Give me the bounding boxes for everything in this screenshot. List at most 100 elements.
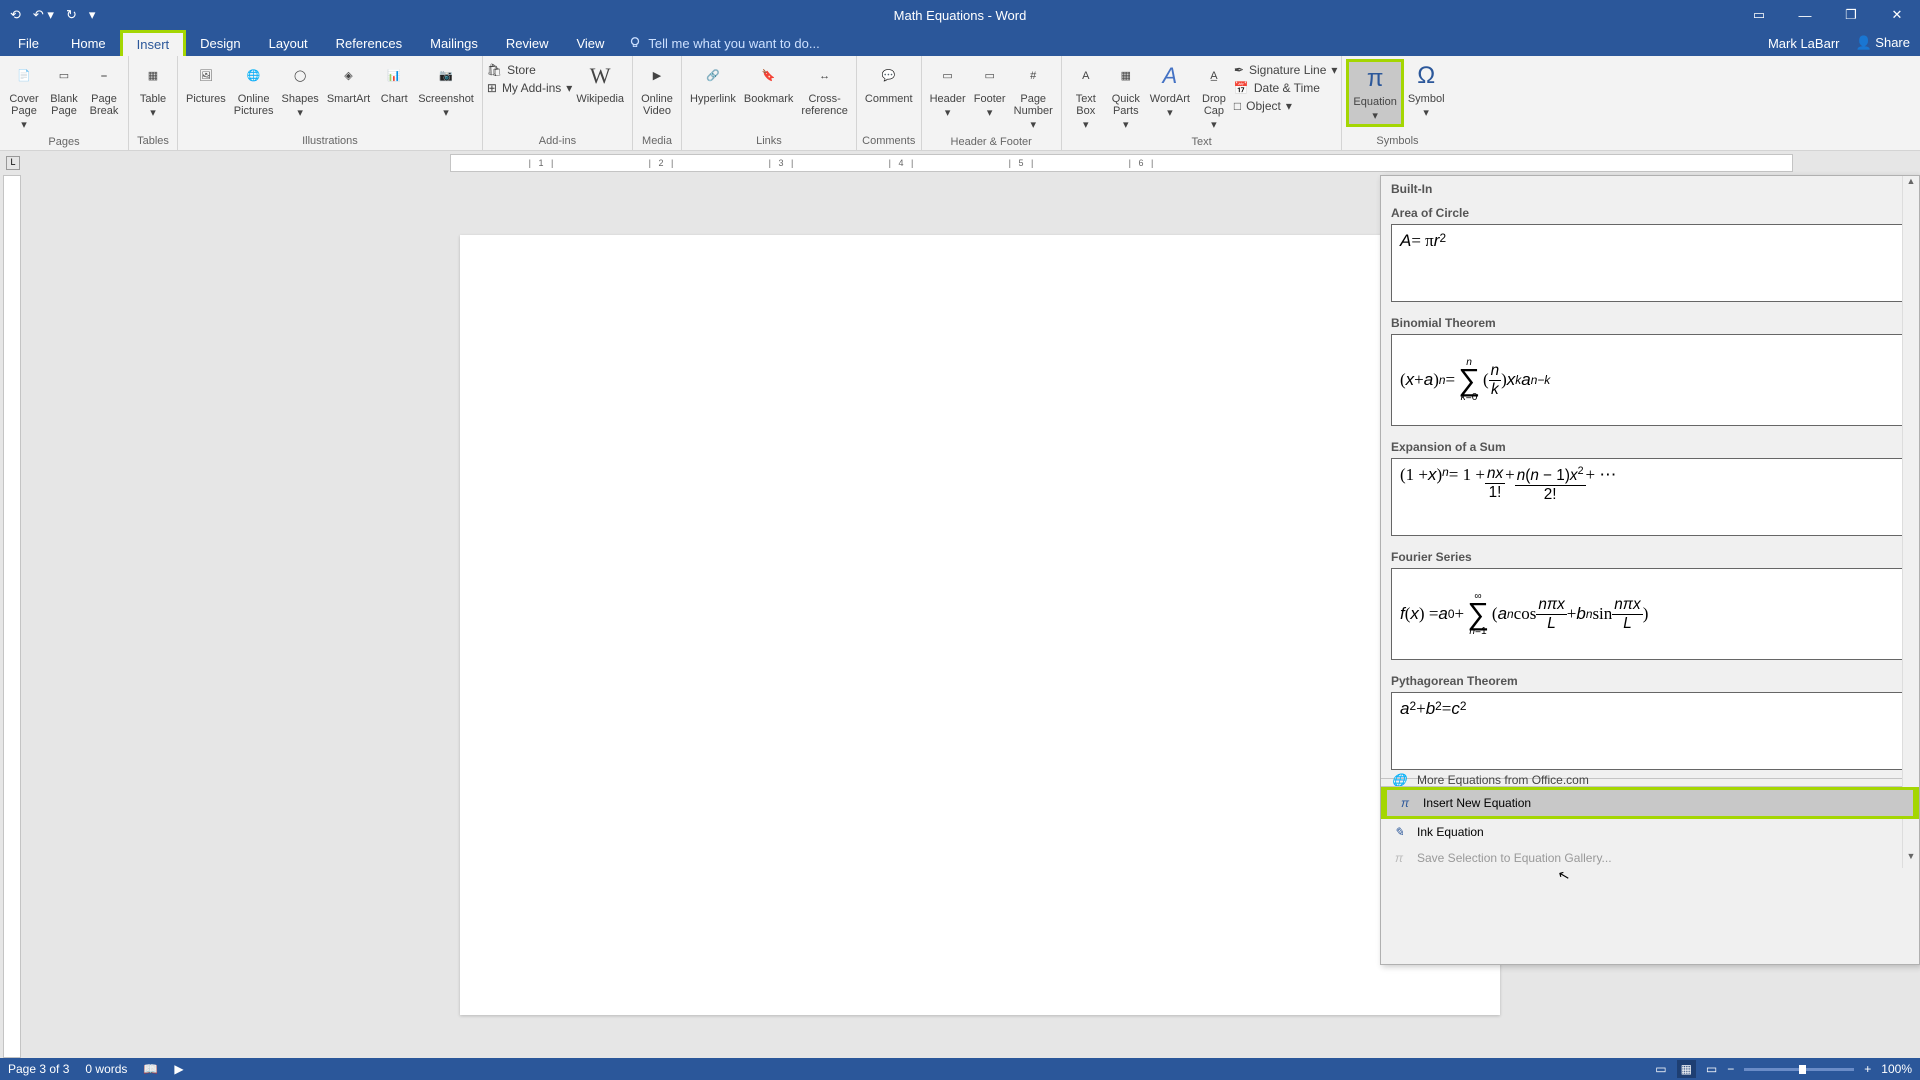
page-number-button[interactable]: #Page Number▾ [1010, 59, 1057, 133]
cover-page-icon: 📄 [8, 61, 40, 91]
macro-icon[interactable]: ▶ [174, 1062, 183, 1076]
online-pictures-button[interactable]: 🌐Online Pictures [230, 59, 278, 119]
equation-item[interactable]: (1 + x)n = 1 + nx1! + n(n − 1)x22! + ⋯ [1391, 458, 1909, 536]
equation-item-name: Area of Circle [1381, 200, 1919, 222]
screenshot-button[interactable]: 📷Screenshot▾ [414, 59, 478, 121]
ink-equation-button[interactable]: ✎ Ink Equation [1381, 819, 1919, 845]
close-button[interactable]: ✕ [1874, 7, 1920, 23]
tell-me-search[interactable]: Tell me what you want to do... [628, 30, 819, 56]
smartart-button[interactable]: ◈SmartArt [323, 59, 374, 107]
zoom-out-button[interactable]: − [1727, 1062, 1734, 1076]
signature-icon: ✒ [1234, 63, 1244, 77]
zoom-level[interactable]: 100% [1881, 1062, 1912, 1076]
tab-insert[interactable]: Insert [120, 30, 187, 56]
equation-item-name: Expansion of a Sum [1381, 434, 1919, 456]
wikipedia-button[interactable]: WWikipedia [572, 59, 628, 107]
dropdown-scrollbar[interactable]: ▲ ▼ [1902, 176, 1919, 868]
word-count[interactable]: 0 words [85, 1062, 127, 1076]
cover-page-button[interactable]: 📄Cover Page▾ [4, 59, 44, 133]
ribbon-options-icon[interactable]: ▭ [1736, 7, 1782, 23]
textbox-icon: A [1070, 61, 1102, 91]
autosave-icon[interactable]: ⟲ [10, 7, 21, 23]
footer-button[interactable]: ▭Footer▾ [970, 59, 1010, 121]
comment-icon: 💬 [873, 61, 905, 91]
equation-button[interactable]: πEquation▾ [1346, 59, 1403, 127]
my-addins-button[interactable]: ⊞My Add-ins ▾ [487, 81, 572, 95]
blank-page-button[interactable]: ▭Blank Page [44, 59, 84, 119]
user-name[interactable]: Mark LaBarr [1768, 36, 1840, 51]
tab-home[interactable]: Home [57, 30, 120, 56]
minimize-button[interactable]: — [1782, 8, 1828, 23]
signature-line-button[interactable]: ✒Signature Line ▾ [1234, 63, 1337, 77]
equation-item[interactable]: f(x) = a0 + ∞∑n=1 (an cos nπxL + bn sin … [1391, 568, 1909, 660]
undo-icon[interactable]: ↶ ▾ [33, 7, 54, 23]
pictures-button[interactable]: 🖼Pictures [182, 59, 230, 107]
group-text: AText Box▾ ▦Quick Parts▾ AWordArt▾ A̲Dro… [1062, 56, 1343, 150]
chart-button[interactable]: 📊Chart [374, 59, 414, 107]
quick-access-toolbar: ⟲ ↶ ▾ ↻ ▾ [0, 0, 95, 30]
page-break-button[interactable]: ⎯Page Break [84, 59, 124, 119]
group-illustrations: 🖼Pictures 🌐Online Pictures ◯Shapes▾ ◈Sma… [178, 56, 483, 150]
symbol-button[interactable]: ΩSymbol▾ [1404, 59, 1449, 121]
drop-cap-button[interactable]: A̲Drop Cap▾ [1194, 59, 1234, 133]
shapes-button[interactable]: ◯Shapes▾ [278, 59, 323, 121]
scroll-down-icon[interactable]: ▼ [1903, 851, 1919, 868]
tab-mailings[interactable]: Mailings [416, 30, 492, 56]
ink-icon: ✎ [1391, 825, 1407, 839]
more-equations-button[interactable]: 🌐 More Equations from Office.com ▸ [1381, 773, 1919, 787]
table-button[interactable]: ▦Table▾ [133, 59, 173, 121]
tab-file[interactable]: File [0, 30, 57, 56]
restore-button[interactable]: ❐ [1828, 7, 1874, 23]
share-button[interactable]: 👤 Share [1855, 35, 1910, 51]
equation-dropdown: ▲ ▼ Built-In Area of CircleA = πr2Binomi… [1380, 175, 1920, 965]
text-box-button[interactable]: AText Box▾ [1066, 59, 1106, 133]
crossref-icon: ↔ [809, 61, 841, 91]
header-icon: ▭ [932, 61, 964, 91]
spellcheck-icon[interactable]: 📖 [143, 1062, 158, 1076]
web-layout-icon[interactable]: ▭ [1706, 1062, 1717, 1076]
bookmark-button[interactable]: 🔖Bookmark [740, 59, 798, 107]
addins-icon: ⊞ [487, 81, 497, 95]
print-layout-icon[interactable]: ▦ [1677, 1060, 1696, 1078]
equation-item[interactable]: A = πr2 [1391, 224, 1909, 302]
insert-new-equation-button[interactable]: π Insert New Equation [1381, 787, 1919, 819]
lightbulb-icon [628, 36, 642, 50]
group-links: 🔗Hyperlink 🔖Bookmark ↔Cross- reference L… [682, 56, 857, 150]
zoom-in-button[interactable]: + [1864, 1062, 1871, 1076]
document-page[interactable] [460, 235, 1500, 1015]
read-mode-icon[interactable]: ▭ [1655, 1062, 1666, 1076]
status-bar: Page 3 of 3 0 words 📖 ▶ ▭ ▦ ▭ − + 100% [0, 1058, 1920, 1080]
quick-parts-button[interactable]: ▦Quick Parts▾ [1106, 59, 1146, 133]
cross-reference-button[interactable]: ↔Cross- reference [797, 59, 851, 119]
tab-review[interactable]: Review [492, 30, 563, 56]
tab-design[interactable]: Design [186, 30, 254, 56]
tab-layout[interactable]: Layout [255, 30, 322, 56]
tab-references[interactable]: References [322, 30, 416, 56]
redo-icon[interactable]: ↻ [66, 7, 77, 23]
tab-alignment-icon[interactable]: L [6, 156, 20, 170]
window-controls: ▭ — ❐ ✕ [1736, 0, 1920, 30]
page-count[interactable]: Page 3 of 3 [8, 1062, 69, 1076]
scroll-up-icon[interactable]: ▲ [1903, 176, 1919, 193]
date-time-button[interactable]: 📅Date & Time [1234, 81, 1337, 95]
vertical-ruler[interactable] [3, 175, 21, 1058]
group-addins: 🛍Store ⊞My Add-ins ▾ WWikipedia Add-ins [483, 56, 633, 150]
tab-view[interactable]: View [562, 30, 618, 56]
qat-customize-icon[interactable]: ▾ [89, 7, 96, 23]
equation-item-name: Pythagorean Theorem [1381, 668, 1919, 690]
footer-icon: ▭ [974, 61, 1006, 91]
horizontal-ruler[interactable]: | 1 || 2 || 3 || 4 || 5 || 6 | [450, 154, 1793, 172]
blank-page-icon: ▭ [48, 61, 80, 91]
object-button[interactable]: □Object ▾ [1234, 99, 1337, 113]
hyperlink-button[interactable]: 🔗Hyperlink [686, 59, 740, 107]
wordart-button[interactable]: AWordArt▾ [1146, 59, 1194, 121]
group-pages: 📄Cover Page▾ ▭Blank Page ⎯Page Break Pag… [0, 56, 129, 150]
equation-item[interactable]: (x + a)n = n∑k=0 (nk) xkan−k [1391, 334, 1909, 426]
header-button[interactable]: ▭Header▾ [926, 59, 970, 121]
comment-button[interactable]: 💬Comment [861, 59, 917, 107]
page-number-icon: # [1017, 61, 1049, 91]
zoom-slider[interactable] [1744, 1068, 1854, 1071]
online-video-button[interactable]: ▶Online Video [637, 59, 677, 119]
store-button[interactable]: 🛍Store [487, 63, 572, 77]
equation-item[interactable]: a2 + b2 = c2 [1391, 692, 1909, 770]
